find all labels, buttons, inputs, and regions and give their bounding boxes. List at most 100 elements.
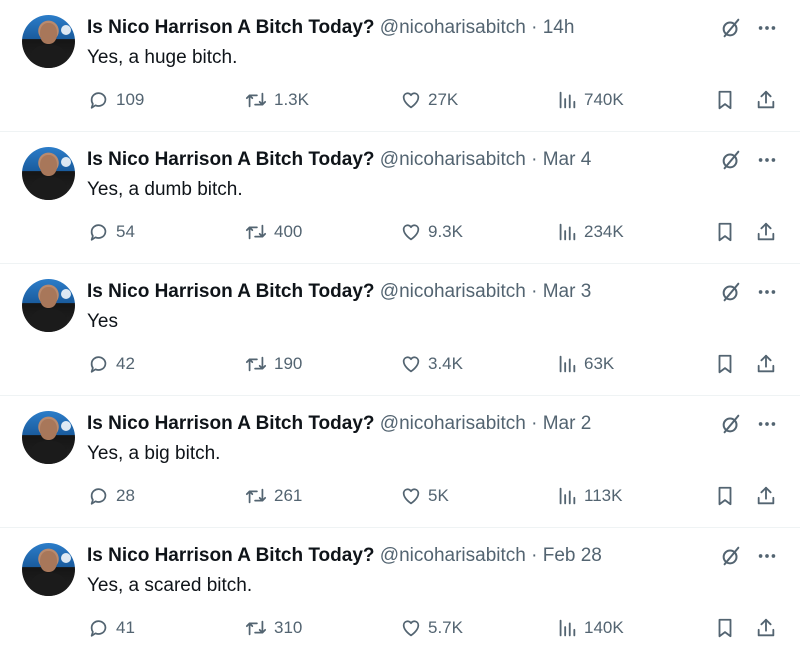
views-button[interactable]: 740K <box>556 89 624 111</box>
display-name[interactable]: Is Nico Harrison A Bitch Today? <box>87 17 375 38</box>
views-button[interactable]: 113K <box>556 485 622 507</box>
reply-button[interactable]: 54 <box>88 221 135 243</box>
like-count: 9.3K <box>428 222 463 241</box>
share-button[interactable] <box>755 353 777 375</box>
display-name[interactable]: Is Nico Harrison A Bitch Today? <box>87 281 375 302</box>
more-dots-icon[interactable] <box>756 149 778 171</box>
retweet-button[interactable]: 190 <box>244 353 302 375</box>
display-name[interactable]: Is Nico Harrison A Bitch Today? <box>87 545 375 566</box>
heart-icon <box>400 617 422 639</box>
like-count: 3.4K <box>428 354 463 373</box>
share-button[interactable] <box>755 617 777 639</box>
tweet-header: Is Nico Harrison A Bitch Today? @nicohar… <box>87 149 591 171</box>
more-dots-icon[interactable] <box>756 545 778 567</box>
display-name[interactable]: Is Nico Harrison A Bitch Today? <box>87 413 375 434</box>
retweet-button[interactable]: 261 <box>244 485 302 507</box>
tweet-actions: 42 190 3.4K 63K <box>88 353 778 377</box>
avatar-head <box>40 551 57 572</box>
reply-count: 54 <box>116 222 135 241</box>
views-button[interactable]: 63K <box>556 353 614 375</box>
heart-icon <box>400 353 422 375</box>
tweet[interactable]: Is Nico Harrison A Bitch Today? @nicohar… <box>0 0 800 132</box>
retweet-button[interactable]: 400 <box>244 221 302 243</box>
more-dots-icon[interactable] <box>756 413 778 435</box>
user-handle[interactable]: @nicoharisabitch <box>380 17 526 38</box>
views-count: 234K <box>584 222 624 241</box>
retweet-icon <box>244 485 268 507</box>
reply-button[interactable]: 42 <box>88 353 135 375</box>
views-bars-icon <box>556 221 578 243</box>
views-bars-icon <box>556 617 578 639</box>
bookmark-button[interactable] <box>714 485 736 507</box>
tweet-text: Yes <box>87 311 118 332</box>
avatar[interactable] <box>22 279 75 332</box>
avatar-body <box>30 573 67 596</box>
user-handle[interactable]: @nicoharisabitch <box>380 149 526 170</box>
timestamp[interactable]: Mar 2 <box>543 413 592 434</box>
grok-slash-icon[interactable] <box>720 17 742 39</box>
grok-slash-icon[interactable] <box>720 281 742 303</box>
grok-slash-icon[interactable] <box>720 413 742 435</box>
display-name[interactable]: Is Nico Harrison A Bitch Today? <box>87 149 375 170</box>
tweet-actions: 28 261 5K 113K <box>88 485 778 509</box>
tweet[interactable]: Is Nico Harrison A Bitch Today? @nicohar… <box>0 132 800 264</box>
grok-slash-icon[interactable] <box>720 545 742 567</box>
retweet-count: 400 <box>274 222 303 241</box>
retweet-button[interactable]: 1.3K <box>244 89 309 111</box>
user-handle[interactable]: @nicoharisabitch <box>380 281 526 302</box>
reply-bubble-icon <box>88 89 110 111</box>
like-button[interactable]: 27K <box>400 89 458 111</box>
avatar[interactable] <box>22 543 75 596</box>
bookmark-button[interactable] <box>714 221 736 243</box>
more-dots-icon[interactable] <box>756 17 778 39</box>
views-button[interactable]: 140K <box>556 617 624 639</box>
share-button[interactable] <box>755 485 777 507</box>
retweet-button[interactable]: 310 <box>244 617 302 639</box>
tweet-top-icons <box>720 281 778 303</box>
avatar[interactable] <box>22 411 75 464</box>
avatar-body <box>30 441 67 464</box>
tweet[interactable]: Is Nico Harrison A Bitch Today? @nicohar… <box>0 528 800 657</box>
like-button[interactable]: 5K <box>400 485 449 507</box>
reply-button[interactable]: 28 <box>88 485 135 507</box>
timestamp[interactable]: Feb 28 <box>543 545 602 566</box>
bookmark-button[interactable] <box>714 89 736 111</box>
avatar-logo <box>61 553 71 563</box>
views-count: 63K <box>584 354 615 373</box>
like-count: 5K <box>428 486 449 505</box>
reply-bubble-icon <box>88 353 110 375</box>
reply-button[interactable]: 41 <box>88 617 135 639</box>
avatar-logo <box>61 289 71 299</box>
avatar-logo <box>61 421 71 431</box>
bookmark-icon <box>714 221 736 243</box>
like-button[interactable]: 5.7K <box>400 617 463 639</box>
timestamp[interactable]: Mar 4 <box>543 149 592 170</box>
tweet-header: Is Nico Harrison A Bitch Today? @nicohar… <box>87 17 574 39</box>
tweet-feed: Is Nico Harrison A Bitch Today? @nicohar… <box>0 0 800 657</box>
separator-dot: · <box>531 545 538 566</box>
share-button[interactable] <box>755 221 777 243</box>
share-button[interactable] <box>755 89 777 111</box>
bookmark-button[interactable] <box>714 617 736 639</box>
reply-button[interactable]: 109 <box>88 89 144 111</box>
views-button[interactable]: 234K <box>556 221 624 243</box>
user-handle[interactable]: @nicoharisabitch <box>380 545 526 566</box>
like-button[interactable]: 3.4K <box>400 353 463 375</box>
tweet[interactable]: Is Nico Harrison A Bitch Today? @nicohar… <box>0 264 800 396</box>
tweet-top-icons <box>720 149 778 171</box>
timestamp[interactable]: 14h <box>543 17 575 38</box>
user-handle[interactable]: @nicoharisabitch <box>380 413 526 434</box>
bookmark-button[interactable] <box>714 353 736 375</box>
tweet[interactable]: Is Nico Harrison A Bitch Today? @nicohar… <box>0 396 800 528</box>
tweet-top-icons <box>720 17 778 39</box>
grok-slash-icon[interactable] <box>720 149 742 171</box>
avatar[interactable] <box>22 147 75 200</box>
avatar-head <box>40 23 57 44</box>
timestamp[interactable]: Mar 3 <box>543 281 592 302</box>
avatar-head <box>40 419 57 440</box>
reply-bubble-icon <box>88 617 110 639</box>
avatar[interactable] <box>22 15 75 68</box>
more-dots-icon[interactable] <box>756 281 778 303</box>
like-button[interactable]: 9.3K <box>400 221 463 243</box>
reply-count: 42 <box>116 354 135 373</box>
